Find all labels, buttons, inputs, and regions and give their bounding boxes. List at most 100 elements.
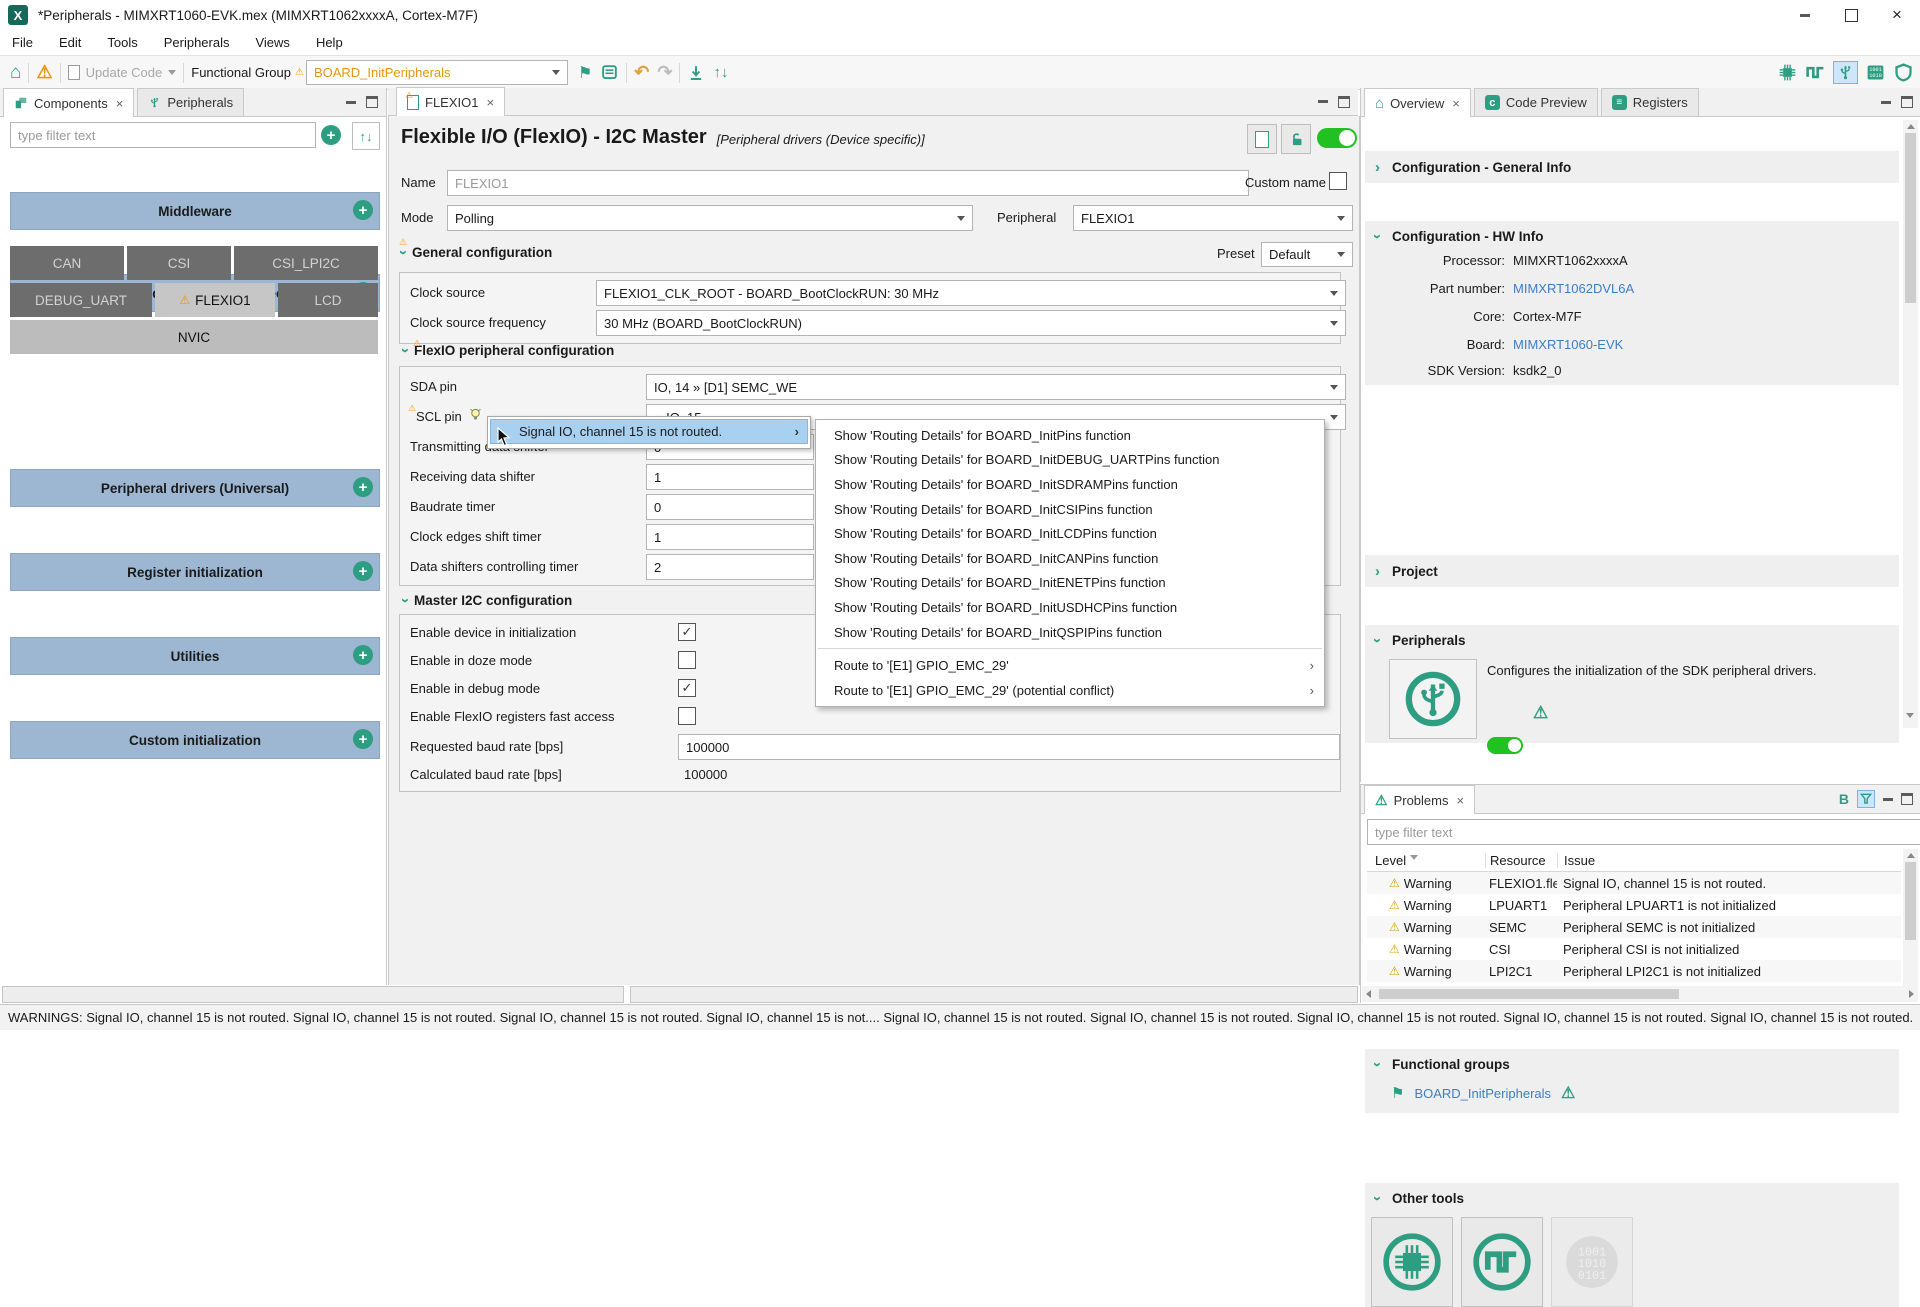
menu-item-routing-initpins[interactable]: Show 'Routing Details' for BOARD_InitPin…	[816, 423, 1324, 448]
component-csi[interactable]: CSI	[127, 246, 231, 280]
functional-group-link[interactable]: BOARD_InitPeripherals	[1414, 1086, 1551, 1101]
tab-peripherals[interactable]: Peripherals	[137, 88, 244, 116]
column-level[interactable]: Level	[1367, 853, 1485, 868]
sda-pin-select[interactable]: IO, 14 » [D1] SEMC_WE	[646, 374, 1346, 400]
undo-icon[interactable]: ↶	[634, 62, 649, 83]
peripherals-tool-card[interactable]	[1389, 659, 1477, 739]
requested-baud-input[interactable]: 100000	[678, 734, 1340, 760]
preset-select[interactable]: Default	[1261, 242, 1353, 267]
maximize-view-icon[interactable]	[366, 96, 378, 108]
collapse-icon[interactable]: ›	[1369, 1196, 1386, 1201]
pins-tool-icon[interactable]	[1777, 62, 1798, 83]
group-utilities[interactable]: Utilities +	[10, 637, 380, 675]
mode-select[interactable]: Polling	[447, 205, 973, 231]
clock-edges-input[interactable]: 1	[646, 524, 814, 550]
components-filter-input[interactable]: type filter text	[10, 122, 316, 148]
enable-debug-checkbox[interactable]: ✓	[678, 679, 696, 697]
problem-row[interactable]: ⚠Warning LPUART1 Peripheral LPUART1 is n…	[1367, 894, 1901, 916]
minimize-view-icon[interactable]	[1318, 100, 1328, 103]
column-resource[interactable]: Resource	[1485, 853, 1557, 868]
peripheral-select[interactable]: FLEXIO1	[1073, 205, 1353, 231]
update-code-button[interactable]: Update Code	[68, 65, 177, 80]
menu-peripherals[interactable]: Peripherals	[164, 35, 230, 50]
lock-button[interactable]	[1281, 124, 1311, 154]
close-icon[interactable]: ×	[1456, 793, 1464, 808]
menu-item-routing-debuguart[interactable]: Show 'Routing Details' for BOARD_InitDEB…	[816, 448, 1324, 473]
rx-shifter-input[interactable]: 1	[646, 464, 814, 490]
menu-views[interactable]: Views	[255, 35, 289, 50]
view-code-button[interactable]	[1247, 124, 1277, 154]
section-project[interactable]: › Project	[1365, 555, 1899, 587]
quickfix-lightbulb-icon[interactable]	[468, 407, 483, 423]
add-register-init-button[interactable]: +	[353, 561, 373, 581]
board-link[interactable]: MIMXRT1060-EVK	[1513, 337, 1623, 352]
problems-horizontal-scrollbar[interactable]	[1362, 986, 1918, 1002]
problem-row[interactable]: ⚠Warning CSI Peripheral CSI is not initi…	[1367, 938, 1901, 960]
components-sort-button[interactable]: ↑↓	[352, 122, 380, 150]
group-register-init[interactable]: Register initialization +	[10, 553, 380, 591]
clock-source-select[interactable]: FLEXIO1_CLK_ROOT - BOARD_BootClockRUN: 3…	[596, 280, 1346, 306]
routing-details-icon[interactable]	[600, 63, 619, 82]
menu-item-route-gpio[interactable]: Route to '[E1] GPIO_EMC_29'›	[816, 653, 1324, 678]
window-minimize-button[interactable]	[1782, 0, 1828, 30]
name-input[interactable]: FLEXIO1	[447, 170, 1249, 196]
collapse-icon[interactable]: ›	[395, 250, 412, 255]
menu-item-routing-csi[interactable]: Show 'Routing Details' for BOARD_InitCSI…	[816, 497, 1324, 522]
group-universal[interactable]: Peripheral drivers (Universal) +	[10, 469, 380, 507]
peripherals-enabled-toggle[interactable]	[1487, 737, 1523, 754]
add-custom-init-button[interactable]: +	[353, 729, 373, 749]
menu-item-routing-enet[interactable]: Show 'Routing Details' for BOARD_InitENE…	[816, 571, 1324, 596]
menu-item-route-gpio-conflict[interactable]: Route to '[E1] GPIO_EMC_29' (potential c…	[816, 678, 1324, 703]
tee-tool-icon[interactable]	[1893, 62, 1914, 83]
collapse-icon[interactable]: ›	[1369, 638, 1386, 643]
enable-fast-access-checkbox[interactable]	[678, 707, 696, 725]
window-close-button[interactable]: ×	[1874, 0, 1920, 30]
component-debug-uart[interactable]: DEBUG_UART	[10, 283, 152, 317]
menu-item-routing-qspi[interactable]: Show 'Routing Details' for BOARD_InitQSP…	[816, 620, 1324, 645]
problems-filter-input[interactable]: type filter text	[1367, 819, 1920, 845]
collapse-icon[interactable]: ›	[397, 598, 414, 603]
update-code-dropdown-icon[interactable]	[168, 70, 176, 75]
custom-name-checkbox[interactable]	[1329, 172, 1347, 190]
functional-group-select[interactable]: BOARD_InitPeripherals	[306, 60, 568, 85]
expand-icon[interactable]: ›	[1375, 563, 1380, 580]
tab-flexio1[interactable]: ⚠ FLEXIO1×	[396, 87, 505, 116]
clocks-tool-card[interactable]	[1461, 1217, 1543, 1307]
maximize-view-icon[interactable]	[1338, 96, 1350, 108]
menu-edit[interactable]: Edit	[59, 35, 81, 50]
scroll-right-icon[interactable]	[1909, 990, 1914, 998]
part-number-link[interactable]: MIMXRT1062DVL6A	[1513, 281, 1634, 296]
flag-icon[interactable]: ⚑	[578, 63, 592, 83]
minimize-view-icon[interactable]	[346, 101, 356, 104]
expand-icon[interactable]: ›	[1375, 159, 1380, 176]
overview-scrollbar[interactable]	[1903, 120, 1918, 728]
quickfix-item[interactable]: Signal IO, channel 15 is not routed. ›	[490, 419, 808, 444]
menu-tools[interactable]: Tools	[107, 35, 137, 50]
menu-help[interactable]: Help	[316, 35, 343, 50]
menu-file[interactable]: File	[12, 35, 33, 50]
tab-registers[interactable]: ≡ Registers	[1601, 88, 1699, 116]
tab-overview[interactable]: ⌂ Overview×	[1364, 88, 1471, 117]
add-middleware-button[interactable]: +	[353, 200, 373, 220]
collapse-icon[interactable]: ›	[1369, 234, 1386, 239]
component-nvic[interactable]: NVIC	[10, 320, 378, 354]
section-general-info[interactable]: › Configuration - General Info	[1365, 151, 1899, 183]
filter-funnel-button[interactable]	[1857, 790, 1875, 808]
clock-source-frequency-select[interactable]: 30 MHz (BOARD_BootClockRUN)	[596, 310, 1346, 336]
add-utilities-button[interactable]: +	[353, 645, 373, 665]
menu-item-routing-lcd[interactable]: Show 'Routing Details' for BOARD_InitLCD…	[816, 521, 1324, 546]
minimize-view-icon[interactable]	[1883, 798, 1893, 801]
tab-components[interactable]: Components×	[3, 88, 134, 117]
warning-icon[interactable]: ⚠	[36, 62, 52, 83]
import-icon[interactable]	[687, 64, 705, 82]
menu-item-routing-can[interactable]: Show 'Routing Details' for BOARD_InitCAN…	[816, 546, 1324, 571]
problem-row[interactable]: ⚠Warning SEMC Peripheral SEMC is not ini…	[1367, 916, 1901, 938]
tab-code-preview[interactable]: c Code Preview	[1474, 88, 1598, 116]
component-csi-lpi2c[interactable]: CSI_LPI2C	[234, 246, 378, 280]
device-configuration-tool-icon[interactable]: 10011010	[1865, 62, 1886, 83]
ctrl-timer-input[interactable]: 2	[646, 554, 814, 580]
add-component-button[interactable]: +	[318, 122, 344, 148]
close-icon[interactable]: ×	[486, 95, 494, 110]
menu-item-routing-sdram[interactable]: Show 'Routing Details' for BOARD_InitSDR…	[816, 472, 1324, 497]
group-custom-init[interactable]: Custom initialization +	[10, 721, 380, 759]
